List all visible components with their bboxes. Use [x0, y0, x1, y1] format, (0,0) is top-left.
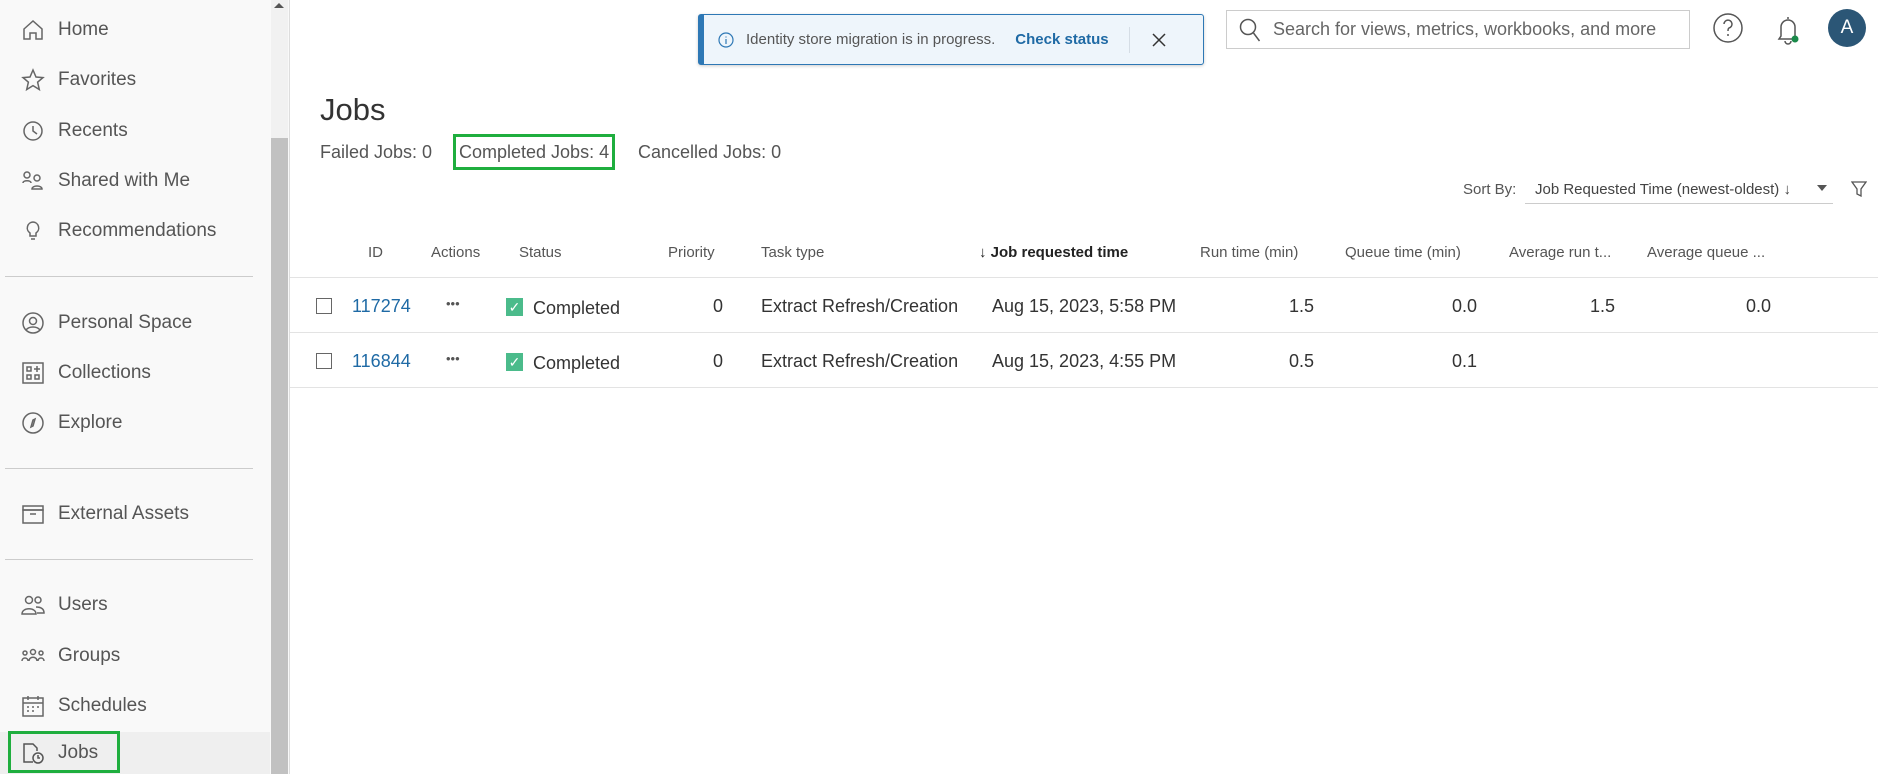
help-icon[interactable] [1712, 12, 1744, 44]
sidebar-item-label: Schedules [58, 695, 147, 716]
sidebar-item-label: Explore [58, 412, 123, 433]
completed-jobs-count[interactable]: Completed Jobs: 4 [459, 142, 609, 163]
average-run-time: 1.5 [1589, 296, 1615, 316]
job-id-link[interactable]: 117274 [352, 296, 411, 317]
sidebar-item-personal-space[interactable]: Personal Space [0, 300, 270, 346]
row-divider [290, 332, 1878, 333]
sidebar-divider [5, 559, 253, 560]
compass-icon [22, 412, 44, 434]
sidebar-item-collections[interactable]: Collections [0, 350, 270, 396]
column-header-task-type[interactable]: Task type [761, 244, 824, 261]
user-circle-icon [22, 312, 44, 334]
sidebar-divider [5, 276, 253, 277]
sidebar-item-external-assets[interactable]: External Assets [0, 491, 270, 537]
check-status-link[interactable]: Check status [1015, 31, 1108, 48]
sidebar-item-label: Recommendations [58, 220, 217, 241]
row-divider [290, 387, 1878, 388]
status-text: Completed [533, 298, 621, 318]
row-divider [290, 277, 1878, 278]
sidebar-item-label: Recents [58, 120, 128, 141]
sidebar-item-favorites[interactable]: Favorites [0, 57, 270, 103]
search-input[interactable]: Search for views, metrics, workbooks, an… [1226, 10, 1690, 49]
cancelled-jobs-count[interactable]: Cancelled Jobs: 0 [638, 142, 781, 163]
info-icon [718, 31, 734, 48]
run-time: 0.5 [1288, 351, 1314, 371]
sidebar-item-label: Favorites [58, 69, 137, 90]
star-icon [21, 68, 45, 92]
status-text: Completed [533, 353, 621, 373]
column-header-actions: Actions [431, 244, 481, 261]
calendar-icon [22, 696, 44, 717]
check-icon: ✓ [506, 298, 523, 316]
column-header-job-requested-time[interactable]: ↓ Job requested time [979, 244, 1128, 261]
migration-banner: Identity store migration is in progress.… [698, 14, 1204, 65]
sidebar-item-label: Collections [58, 362, 151, 383]
sidebar-item-groups[interactable]: Groups [0, 633, 270, 679]
highlight-jobs [8, 731, 120, 773]
sidebar-item-home[interactable]: Home [0, 7, 270, 53]
column-header-priority[interactable]: Priority [668, 244, 715, 261]
run-time: 1.5 [1288, 296, 1314, 316]
search-icon [1239, 18, 1261, 41]
job-requested-time: Aug 15, 2023, 4:55 PM [992, 351, 1177, 371]
filter-icon[interactable] [1851, 181, 1867, 197]
sidebar-item-recents[interactable]: Recents [0, 108, 270, 154]
groups-icon [21, 648, 45, 662]
column-header-run-time[interactable]: Run time (min) [1200, 244, 1298, 261]
column-header-id[interactable]: ID [368, 244, 383, 261]
clock-icon [23, 121, 43, 141]
sidebar-divider [5, 468, 253, 469]
shared-icon [22, 171, 43, 190]
collections-icon [22, 362, 44, 384]
queue-time: 0.0 [1451, 296, 1477, 316]
page-title: Jobs [320, 92, 386, 127]
close-icon[interactable] [1152, 32, 1166, 47]
home-icon [23, 19, 43, 40]
column-header-average-run-time[interactable]: Average run t... [1509, 244, 1611, 261]
sidebar-item-recommendations[interactable]: Recommendations [0, 208, 270, 254]
task-type: Extract Refresh/Creation [761, 296, 959, 316]
sidebar-item-users[interactable]: Users [0, 582, 270, 628]
lightbulb-icon [26, 221, 40, 240]
sidebar-item-explore[interactable]: Explore [0, 400, 270, 446]
chevron-down-icon [1817, 185, 1827, 191]
priority: 0 [712, 351, 723, 371]
task-type: Extract Refresh/Creation [761, 351, 959, 371]
check-icon: ✓ [506, 353, 523, 371]
archive-icon [22, 505, 44, 524]
column-header-average-queue-time[interactable]: Average queue ... [1647, 244, 1765, 261]
users-icon [21, 595, 45, 615]
column-header-queue-time[interactable]: Queue time (min) [1345, 244, 1461, 261]
bell-icon[interactable] [1774, 14, 1802, 46]
actions-menu-button[interactable]: ••• [446, 351, 460, 366]
sidebar-item-schedules[interactable]: Schedules [0, 683, 270, 729]
sidebar-item-label: Groups [58, 645, 121, 666]
actions-menu-button[interactable]: ••• [446, 296, 460, 311]
sidebar-item-shared[interactable]: Shared with Me [0, 158, 270, 204]
row-checkbox[interactable] [316, 298, 332, 314]
job-requested-time: Aug 15, 2023, 5:58 PM [992, 296, 1177, 316]
sidebar-item-label: Shared with Me [58, 170, 191, 191]
sidebar-item-label: External Assets [58, 503, 189, 524]
banner-message: Identity store migration is in progress. [746, 31, 996, 48]
sort-value: Job Requested Time (newest-oldest) ↓ [1535, 181, 1791, 198]
queue-time: 0.1 [1451, 351, 1477, 371]
job-id-link[interactable]: 116844 [352, 351, 411, 372]
sort-select[interactable]: Job Requested Time (newest-oldest) ↓ [1525, 176, 1833, 204]
failed-jobs-count[interactable]: Failed Jobs: 0 [320, 142, 432, 163]
column-header-status[interactable]: Status [519, 244, 562, 261]
sidebar-item-label: Personal Space [58, 312, 193, 333]
search-placeholder: Search for views, metrics, workbooks, an… [1273, 19, 1657, 39]
row-checkbox[interactable] [316, 353, 332, 369]
average-queue-time: 0.0 [1745, 296, 1771, 316]
scroll-up-arrow-icon[interactable] [274, 3, 284, 8]
sidebar-item-label: Users [58, 594, 108, 615]
priority: 0 [712, 296, 723, 316]
avatar[interactable]: A [1828, 9, 1866, 47]
sidebar-item-label: Home [58, 19, 109, 40]
sort-by-label: Sort By: [1463, 181, 1517, 198]
scrollbar-thumb[interactable] [271, 138, 288, 774]
